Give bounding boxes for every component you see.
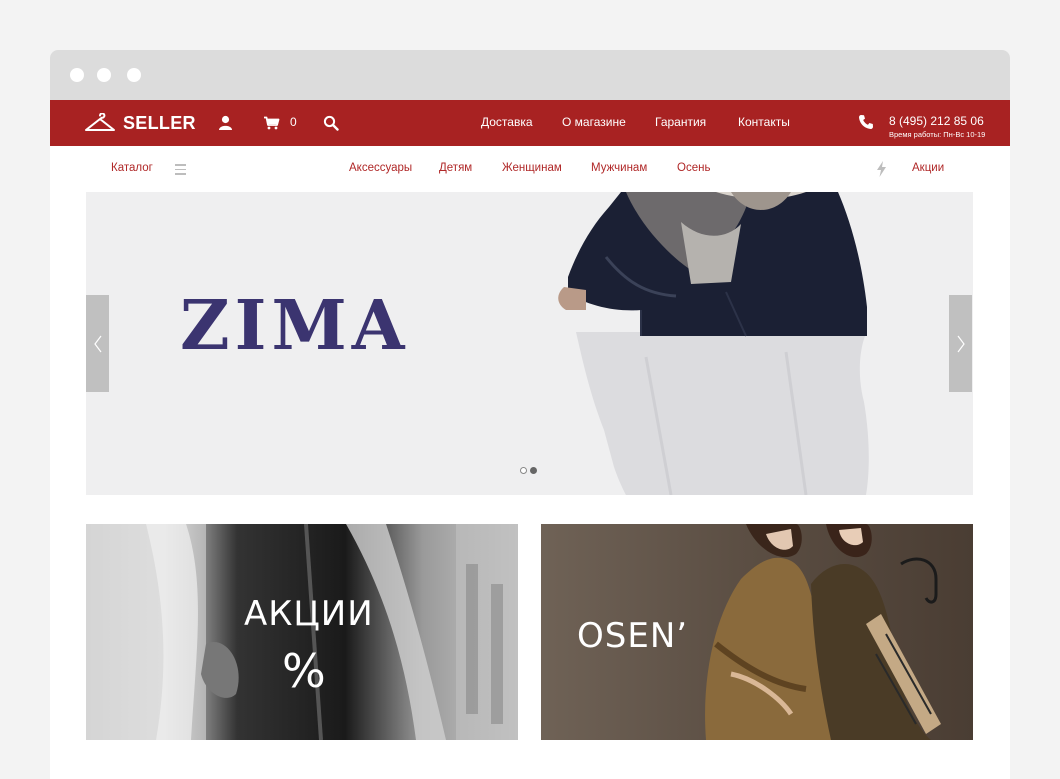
slide-title: ZIMA (180, 286, 410, 366)
promo-sale-title: АКЦИИ (244, 594, 374, 634)
window-dot-2[interactable] (97, 68, 111, 82)
cart-icon[interactable] (263, 116, 280, 130)
lightning-icon (877, 161, 886, 177)
cart-count: 0 (290, 115, 297, 129)
nav-contacts[interactable]: Контакты (738, 115, 790, 129)
nav-delivery[interactable]: Доставка (481, 115, 533, 129)
search-icon[interactable] (323, 115, 339, 131)
top-bar: SELLER 0 Доставка О магазине Гарантия Ко… (50, 100, 1010, 146)
logo-text: SELLER (123, 112, 196, 133)
browser-chrome (50, 50, 1010, 100)
catalog-link[interactable]: Каталог (111, 162, 153, 174)
window-dot-3[interactable] (127, 68, 141, 82)
category-women[interactable]: Женщинам (502, 162, 562, 174)
chevron-right-icon (957, 335, 965, 352)
phone-icon (859, 115, 873, 129)
browser-window: SELLER 0 Доставка О магазине Гарантия Ко… (50, 50, 1010, 779)
hanger-icon (85, 113, 115, 131)
nav-about[interactable]: О магазине (562, 115, 626, 129)
promo-sale-subtitle: % (282, 644, 326, 698)
slider-dot-1[interactable] (520, 467, 527, 474)
category-autumn[interactable]: Осень (677, 162, 710, 174)
menu-icon[interactable] (175, 164, 186, 178)
slider-prev-button[interactable] (86, 295, 109, 392)
promo-banner-autumn[interactable]: OSEN’ (541, 524, 973, 740)
category-men[interactable]: Мужчинам (591, 162, 647, 174)
nav-guarantee[interactable]: Гарантия (655, 115, 706, 129)
hero-slider: ZIMA (86, 192, 973, 495)
working-hours: Время работы: Пн-Вс 10-19 (889, 130, 986, 139)
phone-number[interactable]: 8 (495) 212 85 06 (889, 114, 984, 128)
promo-autumn-title: OSEN’ (577, 616, 689, 656)
category-kids[interactable]: Детям (439, 162, 472, 174)
promo-banner-sale[interactable]: АКЦИИ % (86, 524, 518, 740)
slider-next-button[interactable] (949, 295, 972, 392)
chevron-left-icon (93, 335, 101, 352)
promo-link[interactable]: Акции (912, 162, 944, 174)
logo[interactable]: SELLER (84, 112, 196, 134)
category-bar: Каталог Аксессуары Детям Женщинам Мужчин… (50, 146, 1010, 192)
window-dot-1[interactable] (70, 68, 84, 82)
user-icon[interactable] (218, 115, 233, 130)
slider-dot-2[interactable] (530, 467, 537, 474)
category-accessories[interactable]: Аксессуары (349, 162, 412, 174)
